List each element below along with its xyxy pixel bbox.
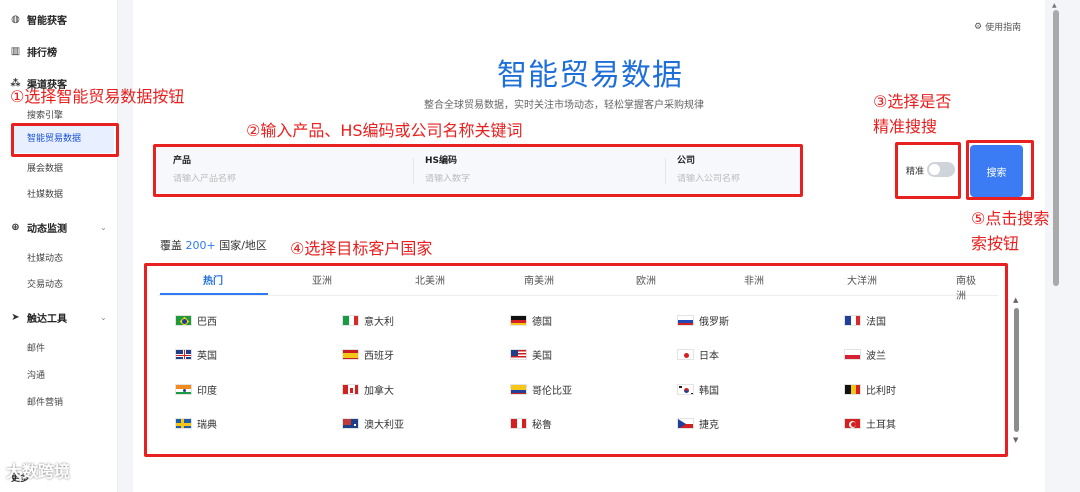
guide-label: 使用指南	[985, 23, 1022, 33]
annotation-step-4: ④选择目标客户国家	[290, 239, 433, 258]
sidebar-item-email-marketing[interactable]: 邮件营销	[27, 395, 63, 408]
book-icon: ⚙	[974, 21, 983, 32]
annotation-box-search-fields	[153, 144, 803, 197]
page-subtitle: 整合全球贸易数据，实时关注市场动态，轻松掌握客户采购规律	[424, 100, 704, 111]
sidebar-group-reach-tools[interactable]: ➤ 触达工具 ⌄	[10, 310, 106, 325]
sidebar-item-trade-dynamics[interactable]: 交易动态	[27, 277, 63, 290]
sidebar-item-exhibition[interactable]: 展会数据	[27, 161, 63, 174]
sidebar-item-search-engine[interactable]: 搜索引擎	[27, 108, 63, 121]
sidebar-group-label: 排行榜	[27, 48, 57, 59]
globe-icon: ◍	[11, 14, 20, 25]
sidebar-item-email[interactable]: 邮件	[27, 341, 45, 354]
coverage-suffix: 国家/地区	[219, 239, 267, 252]
sidebar-item-communicate[interactable]: 沟通	[27, 368, 45, 381]
sidebar-group-label: 智能获客	[27, 16, 67, 27]
page-title: 智能贸易数据	[497, 58, 683, 93]
scroll-down-icon[interactable]: ▼	[1013, 436, 1018, 444]
sidebar-item-social-data[interactable]: 社媒数据	[27, 187, 63, 200]
annotation-step-3-line1: ③选择是否	[873, 92, 952, 111]
coverage-count: 200+	[185, 239, 216, 252]
sidebar-group-ranking[interactable]: ▥ 排行榜	[10, 44, 57, 59]
annotation-box-countries	[144, 263, 1008, 457]
annotation-step-3-line2: 精准搜搜	[873, 117, 938, 136]
chevron-down-icon: ⌄	[100, 223, 107, 232]
country-list-scrollbar[interactable]: ▲ ▼	[1013, 296, 1021, 446]
sidebar-group-smart-acquisition[interactable]: ◍ 智能获客	[10, 12, 67, 27]
coverage-text: 覆盖 200+ 国家/地区	[160, 237, 267, 253]
compass-icon: ⊕	[11, 222, 20, 233]
sidebar-item-social-dynamics[interactable]: 社媒动态	[27, 251, 63, 264]
annotation-step-5-line2: 索按钮	[971, 234, 1020, 253]
sidebar: ◍ 智能获客 ▥ 排行榜 ⁂ 渠道获客 搜索引擎 智能贸易数据 展会数据 社媒数…	[0, 0, 118, 492]
sidebar-group-label: 动态监测	[27, 224, 67, 235]
sidebar-group-label: 触达工具	[27, 314, 67, 325]
watermark: 大数跨境	[6, 462, 71, 481]
coverage-prefix: 覆盖	[160, 239, 182, 252]
page-scroll-up-icon[interactable]: ▲	[1052, 2, 1057, 9]
sidebar-group-monitor[interactable]: ⊕ 动态监测 ⌄	[10, 220, 106, 235]
annotation-box-precise	[895, 142, 961, 199]
annotation-box-search-button	[966, 140, 1034, 200]
annotation-step-5-line1: ⑤点击搜索	[971, 209, 1050, 228]
guide-link[interactable]: ⚙ 使用指南	[974, 20, 1022, 34]
annotation-step-2: ②输入产品、HS编码或公司名称关键词	[246, 121, 523, 140]
annotation-step-1: ①选择智能贸易数据按钮	[10, 87, 185, 106]
send-icon: ➤	[11, 312, 20, 323]
annotation-box-trade-data	[11, 123, 119, 157]
page-scrollbar[interactable]	[1053, 10, 1059, 286]
scroll-thumb[interactable]	[1014, 308, 1019, 432]
bar-chart-icon: ▥	[10, 46, 21, 57]
chevron-down-icon: ⌄	[100, 313, 107, 322]
scroll-up-icon[interactable]: ▲	[1013, 296, 1018, 304]
